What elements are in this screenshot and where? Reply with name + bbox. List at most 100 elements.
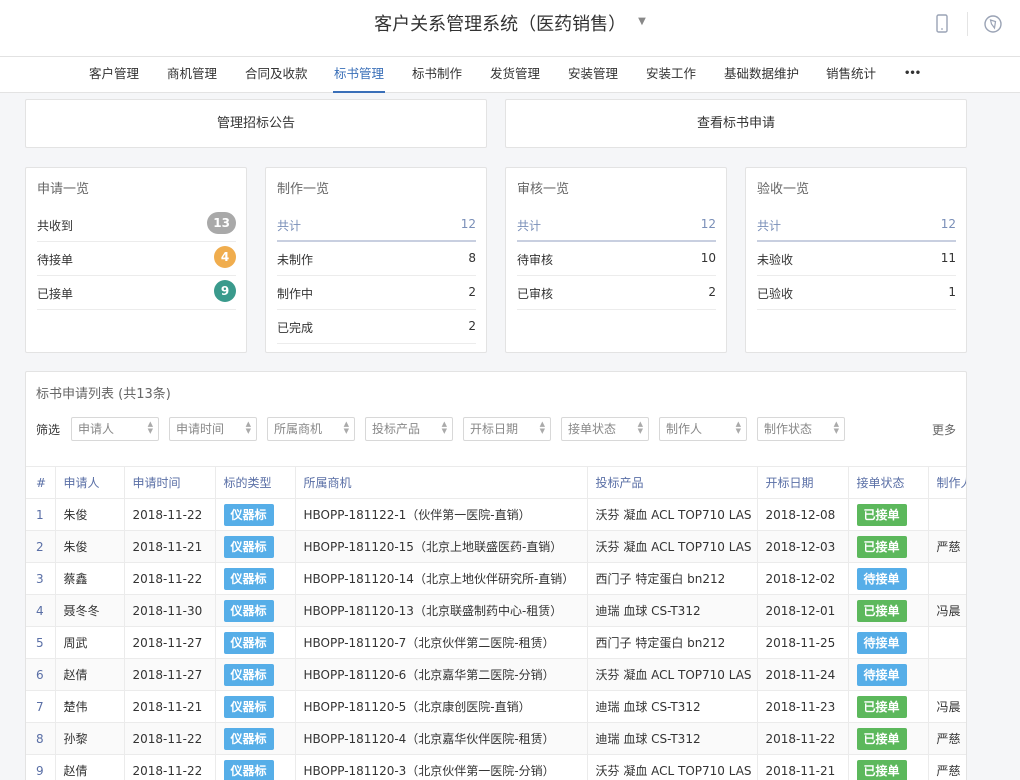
cell-index[interactable]: 6 [26, 658, 56, 691]
cell-order-status: 已接单 [848, 530, 929, 563]
summary-label: 共计 [757, 219, 782, 233]
nav-contract[interactable]: 合同及收款 [245, 57, 308, 93]
summary-row[interactable]: 已验收 1 [757, 276, 956, 310]
more-filters-link[interactable]: 更多 [932, 421, 956, 438]
summary-row[interactable]: 待审核 10 [517, 242, 716, 276]
filter-apply-time[interactable]: 申请时间 ▲ ▼ [169, 417, 257, 441]
col-header-maker[interactable]: 制作人 [928, 466, 966, 499]
col-header-order-status[interactable]: 接单状态 [848, 466, 929, 499]
summary-value: 10 [700, 251, 716, 265]
summary-row[interactable]: 共收到 13 [37, 208, 236, 242]
cell-open-date: 2018-12-02 [757, 562, 849, 595]
cell-open-date: 2018-11-23 [757, 690, 849, 723]
summary-label: 已完成 [277, 321, 314, 335]
cell-order-status: 已接单 [848, 754, 929, 780]
table-row[interactable]: 8 孙黎 2018-11-22 仪器标 HBOPP-181120-4（北京嘉华伙伴医院-… [26, 722, 966, 755]
cell-opportunity: HBOPP-181120-7（北京伙伴第二医院-租赁） [295, 626, 588, 659]
nav-tender-make[interactable]: 标书制作 [412, 57, 462, 93]
summary-row[interactable]: 已完成 2 [277, 310, 476, 344]
summary-row[interactable]: 待接单 4 [37, 242, 236, 276]
cell-index[interactable]: 7 [26, 690, 56, 723]
nav-install-work[interactable]: 安装工作 [646, 57, 696, 93]
summary-value: 2 [708, 285, 716, 299]
cell-index[interactable]: 8 [26, 722, 56, 755]
order-status-tag: 已接单 [856, 727, 907, 750]
nav-sales-stats[interactable]: 销售统计 [826, 57, 876, 93]
nav-customer[interactable]: 客户管理 [89, 57, 139, 93]
col-header-opportunity[interactable]: 所属商机 [295, 466, 588, 499]
table-row[interactable]: 9 赵倩 2018-11-22 仪器标 HBOPP-181120-3（北京伙伴第一医院-… [26, 754, 966, 780]
nav-shipping[interactable]: 发货管理 [490, 57, 540, 93]
app-title-switcher[interactable]: 客户关系管理系统（医药销售） ▼ [0, 0, 1020, 57]
filter-applicant[interactable]: 申请人 ▲ ▼ [71, 417, 159, 441]
sort-arrows-icon: ▲ ▼ [539, 420, 545, 435]
cell-order-status: 已接单 [848, 722, 929, 755]
col-header-tender-type[interactable]: 标的类型 [215, 466, 296, 499]
cell-index[interactable]: 1 [26, 498, 56, 531]
col-header-apply-time[interactable]: 申请时间 [124, 466, 216, 499]
summary-row[interactable]: 未验收 11 [757, 242, 956, 276]
cell-tender-type: 仪器标 [215, 722, 296, 755]
table-row[interactable]: 6 赵倩 2018-11-27 仪器标 HBOPP-181120-6（北京嘉华第二医院-… [26, 658, 966, 691]
cell-opportunity: HBOPP-181122-1（伙伴第一医院-直销） [295, 498, 588, 531]
summary-row[interactable]: 已审核 2 [517, 276, 716, 310]
cell-maker: 严慈 [928, 722, 966, 755]
nav-tender-manage[interactable]: 标书管理 [332, 57, 386, 93]
filter-maker[interactable]: 制作人 ▲ ▼ [659, 417, 747, 441]
cell-applicant: 孙黎 [55, 722, 125, 755]
accept-summary-card: 验收一览 共计 12 未验收 11 已验收 1 [745, 167, 967, 353]
col-header-index[interactable]: # [26, 466, 56, 499]
nav-base-data[interactable]: 基础数据维护 [724, 57, 799, 93]
filter-text: 制作人 [666, 422, 703, 436]
cell-index[interactable]: 5 [26, 626, 56, 659]
sort-arrows-icon: ▲ ▼ [147, 420, 153, 435]
cell-index[interactable]: 4 [26, 594, 56, 627]
mobile-icon[interactable] [931, 13, 953, 35]
filter-order-status[interactable]: 接单状态 ▲ ▼ [561, 417, 649, 441]
cell-index[interactable]: 3 [26, 562, 56, 595]
cell-opportunity: HBOPP-181120-13（北京联盛制药中心-租赁） [295, 594, 588, 627]
cell-apply-time: 2018-11-22 [124, 722, 216, 755]
col-header-applicant[interactable]: 申请人 [55, 466, 125, 499]
cell-index[interactable]: 2 [26, 530, 56, 563]
summary-row[interactable]: 未制作 8 [277, 242, 476, 276]
filter-opportunity[interactable]: 所属商机 ▲ ▼ [267, 417, 355, 441]
col-header-product[interactable]: 投标产品 [587, 466, 758, 499]
table-row[interactable]: 3 蔡鑫 2018-11-22 仪器标 HBOPP-181120-14（北京上地伙伴研究… [26, 562, 966, 595]
cell-maker: 严慈 [928, 530, 966, 563]
tender-type-tag: 仪器标 [223, 535, 274, 558]
toolbar-separator [967, 12, 968, 36]
table-row[interactable]: 7 楚伟 2018-11-21 仪器标 HBOPP-181120-5（北京康创医院-直销… [26, 690, 966, 723]
summary-label: 共计 [517, 219, 542, 233]
cell-order-status: 已接单 [848, 690, 929, 723]
col-header-open-date[interactable]: 开标日期 [757, 466, 849, 499]
summary-value: 12 [940, 217, 956, 231]
cell-opportunity: HBOPP-181120-3（北京伙伴第一医院-分销） [295, 754, 588, 780]
summary-label: 待接单 [37, 253, 74, 267]
filter-open-date[interactable]: 开标日期 ▲ ▼ [463, 417, 551, 441]
nav-more-icon[interactable]: ••• [904, 57, 921, 93]
view-apply-button[interactable]: 查看标书申请 [505, 99, 967, 148]
nav-opportunity[interactable]: 商机管理 [167, 57, 217, 93]
cell-apply-time: 2018-11-22 [124, 562, 216, 595]
table-row[interactable]: 2 朱俊 2018-11-21 仪器标 HBOPP-181120-15（北京上地联盛医药… [26, 530, 966, 563]
summary-row[interactable]: 已接单 9 [37, 276, 236, 310]
filter-text: 接单状态 [568, 422, 617, 436]
table-row[interactable]: 1 朱俊 2018-11-22 仪器标 HBOPP-181122-1（伙伴第一医院-直销… [26, 498, 966, 531]
cell-applicant: 朱俊 [55, 530, 125, 563]
tender-type-tag: 仪器标 [223, 567, 274, 590]
compass-icon[interactable] [982, 13, 1004, 35]
manage-tender-button[interactable]: 管理招标公告 [25, 99, 487, 148]
summary-row[interactable]: 制作中 2 [277, 276, 476, 310]
filter-text: 申请人 [78, 422, 115, 436]
tender-type-tag: 仪器标 [223, 599, 274, 622]
nav-install-manage[interactable]: 安装管理 [568, 57, 618, 93]
cell-index[interactable]: 9 [26, 754, 56, 780]
filter-product[interactable]: 投标产品 ▲ ▼ [365, 417, 453, 441]
table-row[interactable]: 5 周武 2018-11-27 仪器标 HBOPP-181120-7（北京伙伴第二医院-… [26, 626, 966, 659]
cell-apply-time: 2018-11-22 [124, 498, 216, 531]
filter-make-status[interactable]: 制作状态 ▲ ▼ [757, 417, 845, 441]
table-row[interactable]: 4 聂冬冬 2018-11-30 仪器标 HBOPP-181120-13（北京联盛制药中… [26, 594, 966, 627]
cell-product: 沃芬 凝血 ACL TOP710 LAS [587, 498, 758, 531]
order-status-tag: 待接单 [856, 663, 907, 686]
